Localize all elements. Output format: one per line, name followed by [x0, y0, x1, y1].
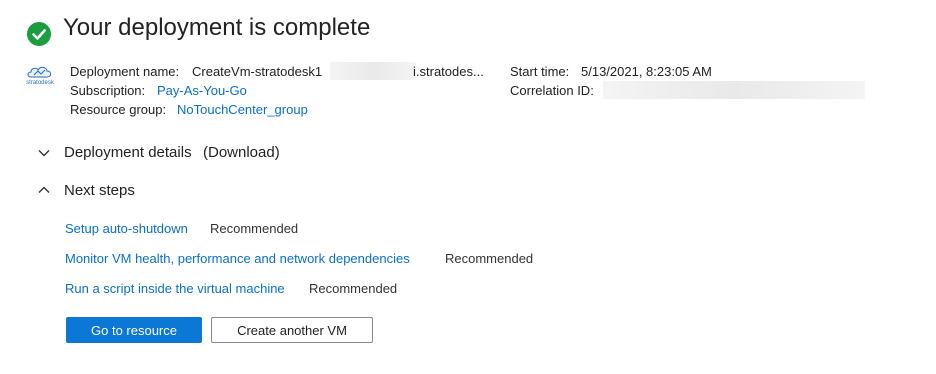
chevron-up-icon [38, 186, 50, 193]
next-steps-toggle[interactable] [36, 182, 52, 203]
deployment-name-suffix: i.stratodes... [413, 64, 484, 79]
deployment-details-heading[interactable]: Deployment details [64, 144, 192, 161]
deployment-details-toggle[interactable] [36, 145, 52, 166]
redacted-correlation-id [603, 81, 865, 99]
subscription-label: Subscription: [70, 83, 146, 98]
redacted-name-segment [330, 62, 416, 80]
start-time-label: Start time: [510, 64, 570, 79]
deployment-name-label: Deployment name: [70, 64, 180, 79]
chevron-down-icon [38, 150, 50, 157]
create-another-vm-button[interactable]: Create another VM [211, 317, 373, 343]
deployment-name-value: CreateVm-stratodesk1 [192, 64, 323, 79]
go-to-resource-button[interactable]: Go to resource [66, 317, 202, 343]
correlation-id-label: Correlation ID: [510, 83, 594, 98]
step-link-auto-shutdown[interactable]: Setup auto-shutdown [65, 221, 188, 236]
resource-group-label: Resource group: [70, 102, 167, 117]
stratodesk-logo: stratodesk [25, 63, 55, 89]
step-tag: Recommended [445, 251, 534, 266]
step-tag: Recommended [309, 281, 398, 296]
step-link-run-script[interactable]: Run a script inside the virtual machine [65, 281, 285, 296]
page-title: Your deployment is complete [63, 14, 371, 41]
success-check-icon [27, 22, 51, 46]
subscription-link[interactable]: Pay-As-You-Go [157, 83, 247, 98]
next-steps-heading[interactable]: Next steps [64, 182, 135, 199]
step-tag: Recommended [210, 221, 299, 236]
logo-wordmark: stratodesk [26, 80, 54, 86]
download-link[interactable]: (Download) [203, 144, 280, 161]
step-link-monitor-vm[interactable]: Monitor VM health, performance and netwo… [65, 251, 410, 266]
resource-group-link[interactable]: NoTouchCenter_group [177, 102, 308, 117]
start-time-value: 5/13/2021, 8:23:05 AM [581, 64, 712, 79]
